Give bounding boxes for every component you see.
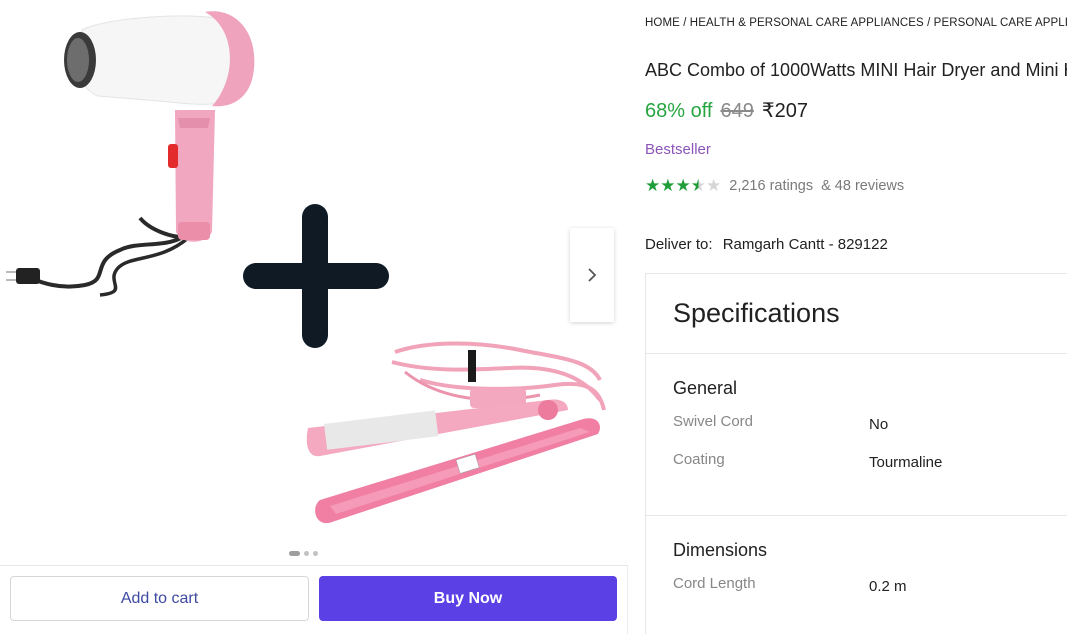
- spec-row: Swivel Cord No: [673, 413, 1067, 451]
- star-icon: ★: [660, 176, 676, 195]
- delivery-info[interactable]: Deliver to: Ramgarh Cantt - 829122: [645, 236, 888, 253]
- buy-now-button[interactable]: Buy Now: [319, 576, 617, 621]
- delivery-location: Ramgarh Cantt - 829122: [722, 236, 888, 253]
- action-bar: Add to cart Buy Now: [0, 565, 628, 634]
- spec-row: Cord Length 0.2 m: [673, 575, 1067, 613]
- spec-value: No: [869, 416, 889, 433]
- product-gallery: Add to cart Buy Now: [0, 0, 628, 634]
- spec-value: 0.2 m: [869, 578, 907, 595]
- rating-stars: ★ ★ ★ ★ ★: [645, 177, 721, 194]
- ratings-count: 2,216 ratings: [729, 177, 814, 194]
- product-image-svg: [6, 11, 606, 524]
- specifications-panel: Specifications General Swivel Cord No Co…: [645, 273, 1067, 634]
- spec-row: Coating Tourmaline: [673, 451, 1067, 489]
- next-image-button[interactable]: [570, 228, 614, 322]
- carousel-dot[interactable]: [289, 551, 300, 556]
- hair-straightener-image: [306, 341, 606, 524]
- product-title: ABC Combo of 1000Watts MINI Hair Dryer a…: [645, 60, 1067, 80]
- star-half-icon: ★: [690, 176, 706, 195]
- star-icon: ★: [675, 176, 691, 195]
- mrp-price: 649: [720, 100, 754, 122]
- plus-icon: [243, 204, 389, 348]
- star-icon: ★: [706, 176, 722, 195]
- spec-section-title: Dimensions: [673, 540, 768, 560]
- selling-price: ₹207: [761, 100, 808, 122]
- spec-key: Cord Length: [673, 575, 756, 592]
- bestseller-badge: Bestseller: [645, 141, 711, 158]
- specifications-heading: Specifications: [646, 274, 1067, 354]
- carousel-dot[interactable]: [304, 551, 309, 556]
- spec-value: Tourmaline: [869, 454, 943, 471]
- price-row: 68% off 649 ₹207: [645, 98, 808, 123]
- reviews-count: & 48 reviews: [821, 177, 905, 194]
- carousel-dots: [289, 551, 318, 556]
- product-image[interactable]: [0, 0, 628, 565]
- star-icon: ★: [645, 176, 661, 195]
- add-to-cart-button[interactable]: Add to cart: [10, 576, 309, 621]
- rating-row[interactable]: ★ ★ ★ ★ ★ 2,216 ratings & 48 reviews: [645, 177, 904, 194]
- discount-label: 68% off: [645, 100, 713, 122]
- spec-key: Coating: [673, 451, 725, 468]
- spec-section-title: General: [673, 378, 738, 398]
- spec-section-dimensions: Dimensions Cord Length 0.2 m: [646, 516, 1067, 613]
- breadcrumb[interactable]: HOME / HEALTH & PERSONAL CARE APPLIANCES…: [645, 17, 1067, 29]
- product-details: HOME / HEALTH & PERSONAL CARE APPLIANCES…: [645, 0, 1067, 634]
- deliver-label: Deliver to:: [645, 236, 713, 253]
- hair-dryer-image: [6, 11, 255, 297]
- carousel-dot[interactable]: [313, 551, 318, 556]
- spec-key: Swivel Cord: [673, 413, 754, 430]
- chevron-right-icon: [588, 268, 597, 282]
- spec-section-general: General Swivel Cord No Coating Tourmalin…: [646, 354, 1067, 516]
